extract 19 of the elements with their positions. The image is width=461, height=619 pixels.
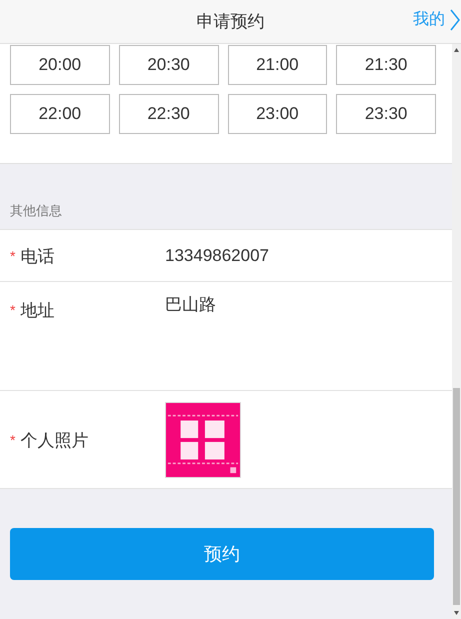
time-slot[interactable]: 20:30	[118, 45, 218, 85]
required-asterisk: *	[10, 431, 16, 450]
required-asterisk: *	[10, 247, 16, 266]
time-slot[interactable]: 22:30	[118, 94, 218, 134]
time-slot[interactable]: 20:00	[10, 45, 110, 85]
time-slot[interactable]: 23:00	[228, 94, 328, 134]
section-title: 其他信息	[10, 202, 62, 220]
field-label: 地址	[20, 300, 54, 322]
field-label: 电话	[20, 246, 54, 268]
time-slot[interactable]: 23:30	[336, 94, 436, 134]
time-slot[interactable]: 22:00	[10, 94, 110, 134]
field-label: 个人照片	[20, 430, 88, 452]
address-field[interactable]: 巴山路	[165, 292, 216, 318]
chevron-right-icon	[449, 8, 461, 32]
phone-field[interactable]: 13349862007	[165, 242, 270, 268]
page-title: 申请预约	[196, 10, 264, 33]
time-slot[interactable]: 21:00	[228, 45, 328, 85]
time-slot[interactable]: 21:30	[336, 45, 436, 85]
required-asterisk: *	[10, 301, 16, 320]
